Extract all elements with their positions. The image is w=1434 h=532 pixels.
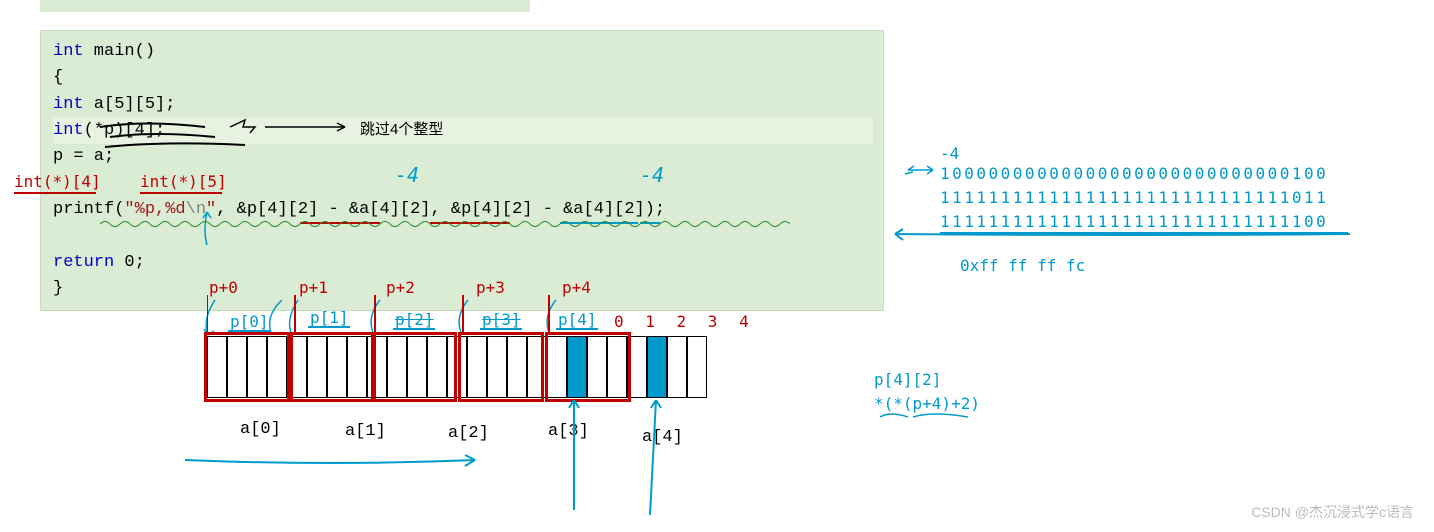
index-labels: 0 1 2 3 4 [614, 312, 755, 331]
p-plus-1: p+1 [299, 278, 328, 297]
bits-neg4: -4 [940, 144, 959, 163]
type-label-5: int(*)[5] [140, 172, 227, 191]
a4-label: a[4] [642, 428, 683, 447]
pi3: p[3] [482, 310, 521, 329]
minus4-right: -4 [640, 163, 664, 187]
a1-label: a[1] [345, 422, 386, 441]
pi0: p[0] [230, 312, 269, 331]
a2-label: a[2] [448, 424, 489, 443]
a3-label: a[3] [548, 422, 589, 441]
p-plus-3: p+3 [476, 278, 505, 297]
a0-label: a[0] [240, 420, 281, 439]
code-block: int main() { int a[5][5]; int(*p)[4]; p … [40, 30, 884, 311]
type-label-4: int(*)[4] [14, 172, 101, 191]
p42-label: p[4][2] [874, 370, 941, 389]
watermark: CSDN @杰沉浸式学c语言 [1251, 502, 1414, 522]
redbox-p1 [290, 332, 376, 402]
redbox-p0 [204, 332, 290, 402]
cell-a42 [647, 336, 667, 398]
small-arrow [903, 160, 943, 180]
hex-label: 0xff ff ff fc [960, 256, 1085, 275]
deref-label: *(*(p+4)+2) [874, 394, 980, 413]
redbox-p3 [458, 332, 544, 402]
p-plus-4: p+4 [562, 278, 591, 297]
deref-underline [880, 412, 980, 424]
bits-line3: 11111111111111111111111111111100 [940, 212, 1328, 231]
pi1: p[1] [310, 308, 349, 327]
redbox-p4 [545, 332, 631, 402]
redbox-p2 [371, 332, 457, 402]
pi4: p[4] [558, 310, 597, 329]
skip4-label: 跳过4个整型 [360, 118, 443, 139]
bits-line2: 11111111111111111111111111111011 [940, 188, 1328, 207]
p-plus-2: p+2 [386, 278, 415, 297]
blue-arrows-bottom [180, 400, 740, 520]
minus4-left: -4 [395, 163, 419, 187]
pi2: p[2] [395, 310, 434, 329]
bits-line1: 10000000000000000000000000000100 [940, 164, 1328, 183]
p-plus-0: p+0 [209, 278, 238, 297]
